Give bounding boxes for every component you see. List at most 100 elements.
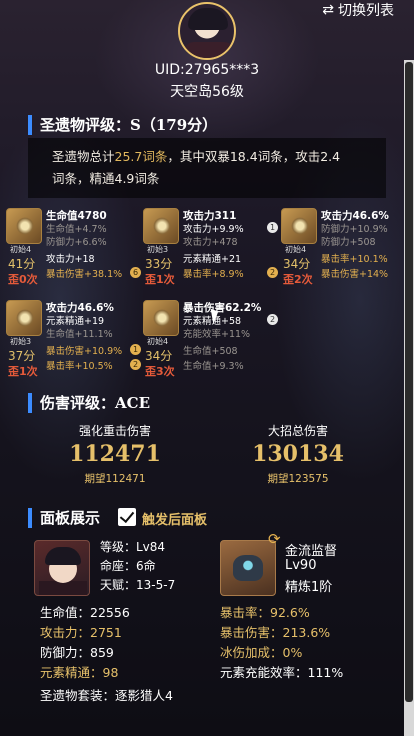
stat-row: 元素精通：98 bbox=[40, 662, 118, 681]
summary-prefix: 圣遗物总计 bbox=[52, 149, 115, 164]
char-level: 等级：Lv84 bbox=[100, 540, 166, 554]
section-accent-bar bbox=[28, 114, 32, 135]
artifact-score: 41分 bbox=[8, 257, 36, 271]
stat-row: 元素充能效率：111% bbox=[220, 662, 343, 681]
artifact-level: 初始3 bbox=[10, 337, 32, 346]
artifact-score: 37分 bbox=[8, 349, 36, 363]
artifact-offroll-count: 歪0次 bbox=[8, 273, 38, 286]
artifact-set-value: 逐影猎人4 bbox=[115, 688, 173, 703]
artifact-sub-stat: 暴击率+10.1% bbox=[321, 254, 388, 265]
artifact-offroll-count: 歪1次 bbox=[145, 273, 175, 286]
stat-row: 暴击率：92.6% bbox=[220, 602, 310, 621]
damage-right-expected: 期望123575 bbox=[267, 473, 329, 485]
artifact-level: 初始4 bbox=[285, 245, 307, 254]
stat-row: 攻击力：2751 bbox=[40, 622, 122, 641]
roll-count-badge: 6 bbox=[130, 267, 141, 278]
panel-title: 面板展示 bbox=[28, 507, 100, 528]
damage-block-left: 强化重击伤害 112471 期望112471 bbox=[30, 422, 200, 486]
weapon-level: Lv90 bbox=[285, 558, 317, 573]
damage-right-label: 大招总伤害 bbox=[267, 424, 328, 438]
artifact-sub-stat: 暴击率+10.5% bbox=[46, 361, 113, 372]
artifact-score: 33分 bbox=[145, 257, 173, 271]
artifact-icon bbox=[6, 300, 42, 336]
panel-title-label: 面板展示 bbox=[40, 509, 101, 527]
switch-list-label: 切换列表 bbox=[338, 3, 394, 19]
stat-key: 防御力： bbox=[40, 645, 91, 660]
artifact-card[interactable]: 初始4 41分 歪0次 生命值4780 生命值+4.7% 防御力+6.6% 攻击力+18 暴击… bbox=[6, 208, 146, 296]
roll-count-badge: 1 bbox=[130, 344, 141, 355]
artifact-offroll-count: 歪3次 bbox=[145, 365, 175, 378]
artifact-offroll-count: 歪2次 bbox=[283, 273, 313, 286]
roll-count-badge: 2 bbox=[130, 359, 141, 370]
damage-right-value: 130134 bbox=[252, 441, 344, 467]
weapon-name: 金流监督 bbox=[285, 544, 338, 559]
artifact-sub-stat: 暴击伤害+10.9% bbox=[46, 346, 123, 357]
artifact-sub-stat: 攻击力+18 bbox=[46, 254, 95, 265]
artifact-sub-stat: 暴击率+8.9% bbox=[183, 269, 244, 280]
artifact-card[interactable]: 初始3 37分 歪1次 攻击力46.6% 元素精通+19 生命值+11.1% 暴击伤害+10… bbox=[6, 300, 146, 388]
uid-text: UID:27965***3 bbox=[154, 62, 260, 78]
scrollbar-thumb[interactable] bbox=[405, 62, 413, 702]
artifact-level: 初始4 bbox=[147, 337, 169, 346]
stat-value: 22556 bbox=[90, 605, 130, 620]
artifact-sub-stat: 元素精通+19 bbox=[46, 316, 105, 327]
artifact-sub-stat: 生命值+4.7% bbox=[46, 224, 107, 235]
after-trigger-checkbox[interactable] bbox=[118, 508, 136, 526]
artifact-icon bbox=[143, 208, 179, 244]
stat-key: 元素充能效率： bbox=[220, 665, 308, 680]
artifact-summary: 圣遗物总计25.7词条，其中双暴18.4词条，攻击2.4 词条，精通4.9词条 bbox=[28, 138, 386, 198]
stat-row: 防御力：859 bbox=[40, 642, 114, 661]
artifact-card[interactable]: 初始4 34分 歪2次 攻击力46.6% 防御力+10.9% 防御力+508 暴击率+10.… bbox=[281, 208, 414, 296]
artifact-icon bbox=[143, 300, 179, 336]
stat-value: 98 bbox=[102, 665, 119, 680]
user-avatar bbox=[178, 2, 236, 60]
artifact-score: 34分 bbox=[145, 349, 173, 363]
artifact-icon bbox=[6, 208, 42, 244]
swap-arrows-icon: ⇄ bbox=[322, 2, 334, 18]
after-trigger-label[interactable]: 触发后面板 bbox=[142, 509, 207, 528]
stat-row: 生命值：22556 bbox=[40, 602, 130, 621]
weapon-refine: 精炼1阶 bbox=[285, 580, 333, 595]
damage-rating-title: 伤害评级：ACE bbox=[28, 392, 150, 413]
artifact-score: 34分 bbox=[283, 257, 311, 271]
artifact-rating-title: 圣遗物评级：S（179分） bbox=[28, 114, 217, 135]
server-level-text: 天空岛56级 bbox=[170, 84, 244, 100]
stat-row: 暴击伤害：213.6% bbox=[220, 622, 330, 641]
roll-count-badge: 2 bbox=[267, 314, 278, 325]
artifact-sub-stat: 充能效率+11% bbox=[183, 329, 251, 340]
artifact-sub-stat: 元素精通+21 bbox=[183, 254, 242, 265]
character-portrait bbox=[34, 540, 90, 596]
artifact-level: 初始3 bbox=[147, 245, 169, 254]
artifact-card[interactable]: 初始3 33分 歪1次 攻击力311 攻击力+9.9% 攻击力+478 元素精通+21 暴击率… bbox=[143, 208, 283, 296]
stat-key: 元素精通： bbox=[40, 665, 103, 680]
char-talent: 天赋：13-5-7 bbox=[100, 578, 176, 592]
stat-value: 213.6% bbox=[282, 625, 331, 640]
stat-value: 0% bbox=[282, 645, 303, 660]
roll-count-badge: 2 bbox=[267, 267, 278, 278]
artifact-level: 初始4 bbox=[10, 245, 32, 254]
section-accent-bar bbox=[28, 392, 32, 413]
damage-block-right: 大招总伤害 130134 期望123575 bbox=[213, 422, 383, 486]
section-accent-bar bbox=[28, 507, 32, 528]
artifact-sub-stat: 防御力+6.6% bbox=[46, 237, 107, 248]
stat-value: 859 bbox=[90, 645, 114, 660]
stat-value: 92.6% bbox=[270, 605, 310, 620]
summary-line2: 词条，精通4.9词条 bbox=[52, 171, 160, 186]
damage-left-expected: 期望112471 bbox=[84, 473, 146, 485]
artifact-sub-stat: 生命值+11.1% bbox=[46, 329, 113, 340]
refresh-icon[interactable]: ⟳ bbox=[268, 531, 284, 547]
artifact-sub-stat: 生命值+508 bbox=[183, 346, 238, 357]
weapon-icon bbox=[220, 540, 276, 596]
switch-list-button[interactable]: ⇄ 切换列表 bbox=[322, 0, 394, 20]
damage-rating-label: 伤害评级：ACE bbox=[40, 394, 151, 412]
artifact-set-label: 圣遗物套装： bbox=[40, 688, 116, 703]
artifact-sub-stat: 攻击力+478 bbox=[183, 237, 238, 248]
damage-left-value: 112471 bbox=[69, 441, 161, 467]
stat-row: 冰伤加成：0% bbox=[220, 642, 302, 661]
artifact-rating-label: 圣遗物评级：S（179分） bbox=[40, 116, 218, 134]
stat-key: 冰伤加成： bbox=[220, 645, 283, 660]
char-constellation: 命座：6命 bbox=[100, 559, 156, 573]
stat-key: 暴击伤害： bbox=[220, 625, 283, 640]
summary-highlight: 25.7词条 bbox=[114, 149, 168, 164]
artifact-sub-stat: 生命值+9.3% bbox=[183, 361, 244, 372]
